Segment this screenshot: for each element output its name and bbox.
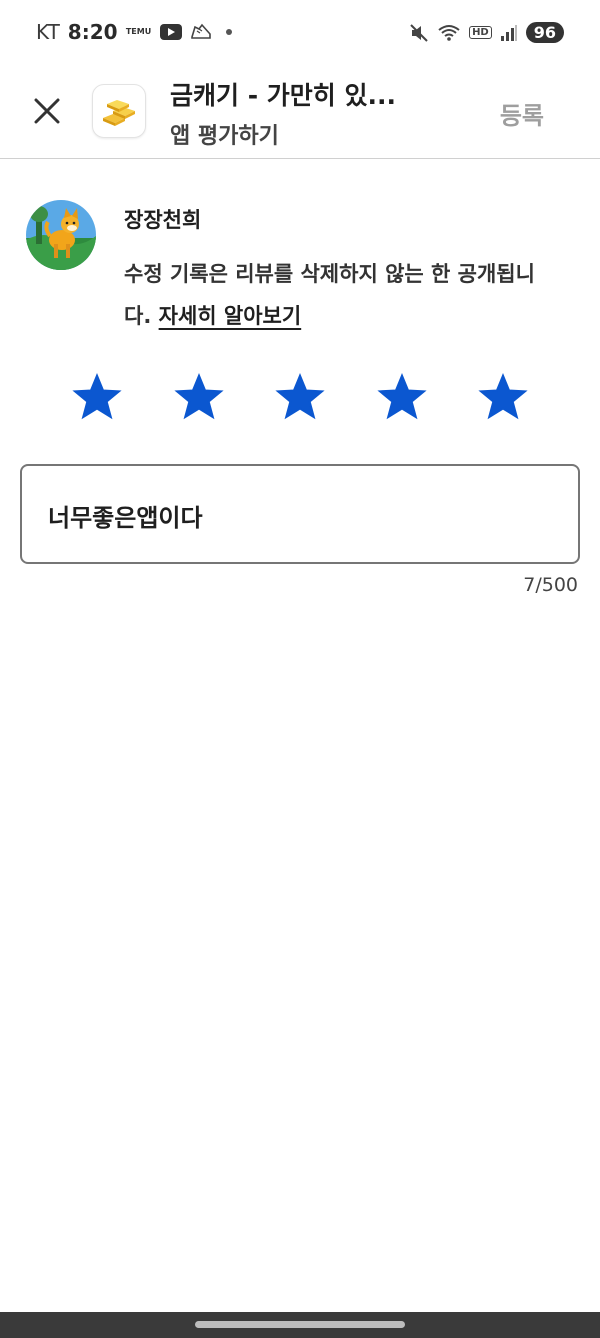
app-title: 금캐기 - 가만히 있... <box>170 81 396 110</box>
gold-bars-icon <box>103 100 135 126</box>
character-counter: 7/500 <box>523 574 578 596</box>
submit-button[interactable]: 등록 <box>500 96 544 131</box>
notification-dot-icon <box>225 29 232 35</box>
shoe-icon <box>190 22 212 42</box>
temu-icon: TEMU <box>126 28 152 36</box>
star-rating <box>0 372 600 432</box>
avatar <box>26 200 96 270</box>
star-3-icon[interactable] <box>275 372 325 422</box>
signal-icon <box>500 24 518 42</box>
top-bar: 금캐기 - 가만히 있... 앱 평가하기 등록 <box>0 70 600 159</box>
star-5-icon[interactable] <box>478 372 528 422</box>
edit-history-notice: 수정 기록은 리뷰를 삭제하지 않는 한 공개됩니다. 자세히 알아보기 <box>124 253 544 337</box>
review-input[interactable]: 너무좋은앱이다 <box>20 464 580 564</box>
dog-avatar-icon <box>26 200 96 270</box>
learn-more-link[interactable]: 자세히 알아보기 <box>159 304 302 328</box>
mute-icon <box>409 23 429 43</box>
navigation-bar <box>0 1312 600 1338</box>
app-icon <box>92 84 146 138</box>
home-handle[interactable] <box>195 1321 405 1328</box>
clock: 8:20 <box>67 20 118 44</box>
carrier-label: KT <box>36 20 60 44</box>
close-icon <box>34 98 60 124</box>
status-bar: KT 8:20 TEMU HD 96 <box>0 0 600 70</box>
wifi-icon <box>437 23 461 43</box>
star-4-icon[interactable] <box>377 372 427 422</box>
review-text: 너무좋은앱이다 <box>48 504 203 532</box>
star-1-icon[interactable] <box>72 372 122 422</box>
star-2-icon[interactable] <box>174 372 224 422</box>
close-button[interactable] <box>24 88 70 134</box>
temu-label: TEMU <box>125 27 152 36</box>
battery-icon: 96 <box>525 22 564 43</box>
youtube-icon <box>159 24 182 40</box>
user-name: 장장천희 <box>124 208 202 232</box>
page-subtitle: 앱 평가하기 <box>170 124 279 149</box>
hd-icon: HD <box>469 26 492 39</box>
